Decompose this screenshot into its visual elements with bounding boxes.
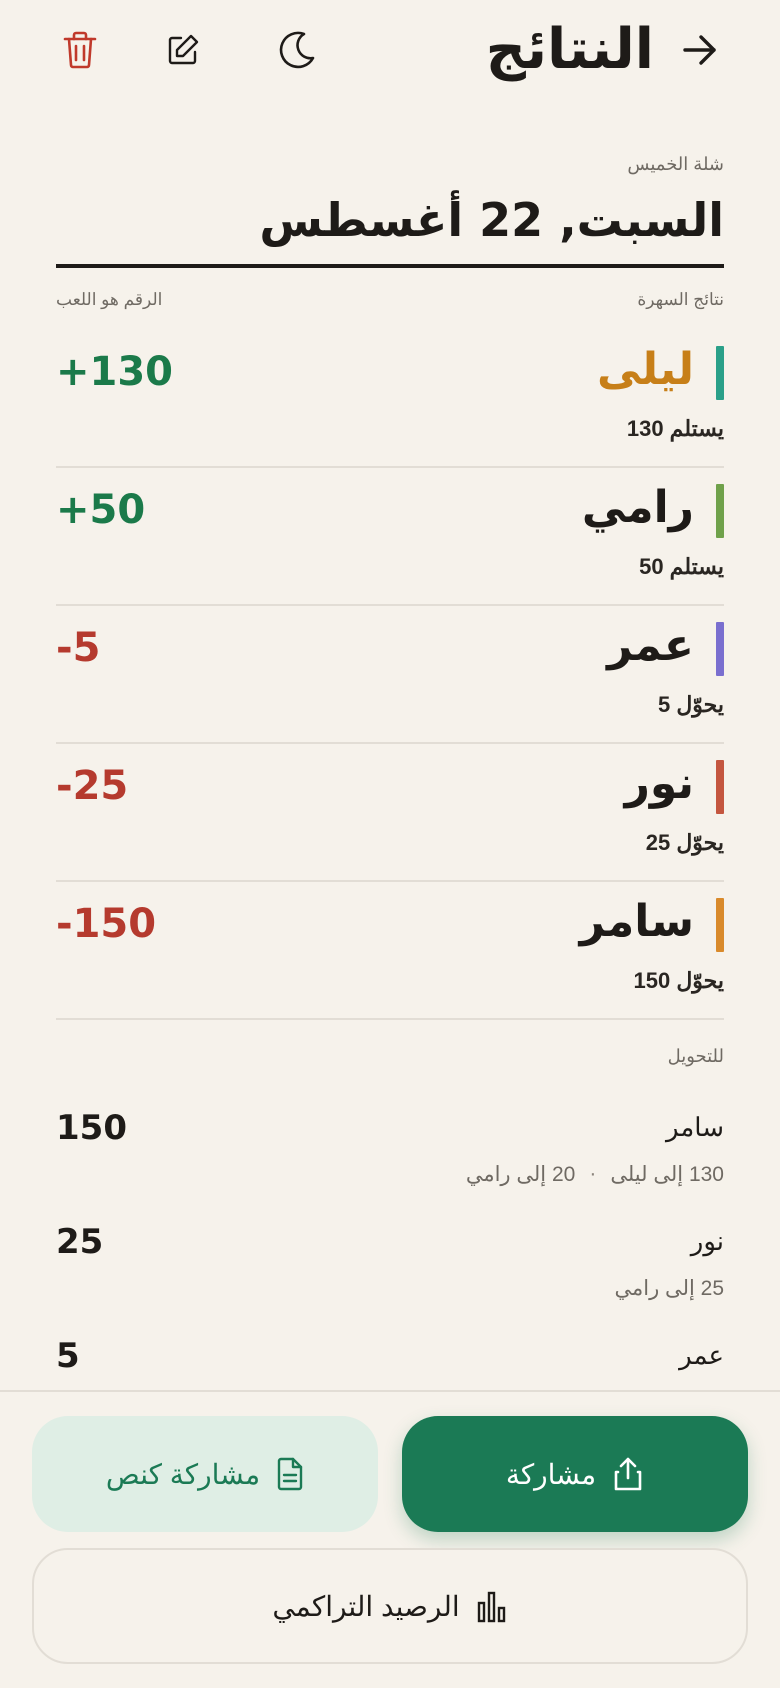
transfer-amount: 150 (56, 1108, 127, 1148)
player-color-bar (716, 484, 724, 538)
score-note: الرقم هو اللعب (56, 290, 163, 309)
delete-button[interactable] (54, 24, 106, 76)
arrow-right-icon (683, 35, 716, 65)
transfer-detail: 20 إلى رامي (465, 1163, 576, 1186)
player-color-bar (716, 622, 724, 676)
transfer-name: عمر (679, 1340, 724, 1370)
page-title: النتائج (485, 17, 654, 82)
player-name: نور (624, 758, 694, 809)
player-color-bar (716, 346, 724, 400)
action-bar: مشاركة مشاركة كنص الرصيد التراكمي (0, 1392, 780, 1688)
player-row[interactable]: نور يحوّل 25 -25 (56, 744, 724, 882)
divider (56, 264, 724, 268)
document-icon (277, 1457, 303, 1491)
trash-icon (63, 31, 97, 69)
share-text-button[interactable]: مشاركة كنص (32, 1416, 378, 1532)
transfers-title: للتحويل (667, 1046, 724, 1066)
player-score: -5 (56, 625, 101, 671)
separator-dot: · (589, 1162, 597, 1185)
player-row[interactable]: سامر يحوّل 150 -150 (56, 882, 724, 1020)
player-name: عمر (607, 620, 694, 671)
player-row[interactable]: رامي يستلم 50 +50 (56, 468, 724, 606)
results-screen: النتائج شلة الخميس السبت, 22 أغسطس نتائج… (0, 0, 780, 1688)
player-score: -25 (56, 763, 129, 809)
player-row[interactable]: ليلى يستلم 130 +130 (56, 330, 724, 468)
cumulative-balance-button[interactable]: الرصيد التراكمي (32, 1548, 748, 1664)
share-label: مشاركة (505, 1458, 597, 1490)
top-bar: النتائج (0, 0, 780, 100)
dark-mode-button[interactable] (270, 24, 322, 76)
moon-icon (279, 31, 315, 69)
player-score: +130 (56, 349, 174, 395)
player-note: يحوّل 150 (633, 968, 724, 993)
player-note: يحوّل 5 (657, 692, 724, 717)
results-label: نتائج السهرة (637, 290, 724, 309)
transfer-details: 25 إلى رامي (615, 1276, 725, 1301)
transfer-details: 130 إلى ليلى · 20 إلى رامي (466, 1162, 724, 1187)
edit-button[interactable] (157, 24, 209, 76)
player-name: رامي (581, 482, 694, 533)
player-color-bar (716, 898, 724, 952)
player-score: +50 (56, 487, 146, 533)
player-score: -150 (56, 901, 157, 947)
transfer-amount: 5 (56, 1336, 80, 1376)
balance-label: الرصيد التراكمي (272, 1590, 460, 1622)
share-icon (614, 1457, 642, 1491)
player-note: يستلم 130 (626, 416, 724, 441)
share-button[interactable]: مشاركة (402, 1416, 748, 1532)
session-date: السبت, 22 أغسطس (259, 193, 724, 247)
player-note: يحوّل 25 (645, 830, 724, 855)
player-row[interactable]: عمر يحوّل 5 -5 (56, 606, 724, 744)
edit-icon (168, 34, 199, 65)
player-note: يستلم 50 (639, 554, 724, 579)
transfer-name: سامر (666, 1112, 724, 1142)
share-text-label: مشاركة كنص (105, 1458, 261, 1490)
players-list: ليلى يستلم 130 +130 رامي يستلم 50 +50 عم… (56, 330, 724, 1020)
transfer-detail: 25 إلى رامي (614, 1277, 725, 1300)
transfer-detail: 130 إلى ليلى (610, 1163, 724, 1186)
transfer-name: نور (690, 1226, 724, 1256)
player-color-bar (716, 760, 724, 814)
bar-chart-icon (477, 1591, 505, 1623)
group-name: شلة الخميس (627, 154, 724, 174)
player-name: ليلى (597, 344, 694, 395)
back-button[interactable] (676, 26, 724, 74)
transfer-amount: 25 (56, 1222, 104, 1262)
player-name: سامر (579, 896, 694, 947)
